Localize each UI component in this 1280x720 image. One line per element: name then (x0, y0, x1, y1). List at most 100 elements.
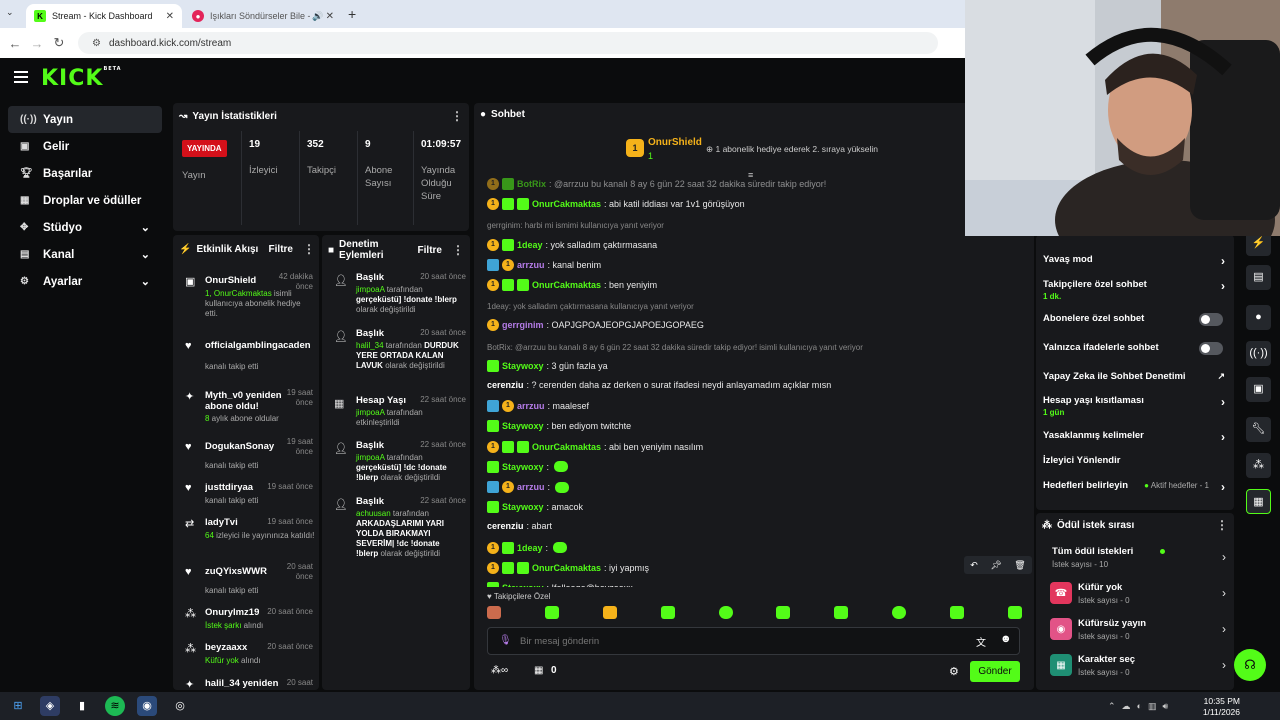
toggle-switch[interactable] (1199, 342, 1223, 355)
gift-icon[interactable]: ▦ (534, 665, 543, 676)
reward-item[interactable]: ▦ Karakter seç İstek sayısı - 0 › (1050, 654, 1230, 680)
more-options-icon[interactable]: ⋮ (451, 109, 463, 123)
sidebar-item-yayin[interactable]: ((·)) Yayın (8, 106, 162, 133)
tab-list-chevron-icon[interactable]: ⌄ (6, 7, 20, 21)
reply-icon[interactable]: ↶ (970, 560, 978, 571)
reload-icon[interactable]: ↻ (48, 35, 70, 51)
more-options-icon[interactable]: ⋮ (452, 243, 464, 257)
hamburger-menu-icon[interactable] (14, 71, 28, 86)
points-icon[interactable]: ⁂∞ (491, 665, 508, 676)
app-icon[interactable]: ▮ (72, 696, 92, 716)
rewards-widget-icon[interactable]: ⁂ (1246, 453, 1271, 478)
spotify-icon[interactable]: ≋ (105, 696, 125, 716)
translate-icon[interactable]: 文 (976, 634, 986, 649)
sidebar-item-gelir[interactable]: ▣ Gelir (8, 133, 162, 160)
chat-username[interactable]: OnurCakmaktas (532, 280, 601, 290)
delete-icon[interactable]: 🗑︎ (1014, 560, 1025, 571)
chat-username[interactable]: Staywoxy (502, 502, 544, 512)
chat-message[interactable]: 1 arrzuu: (487, 481, 569, 493)
emoji-icon[interactable]: ☻ (1000, 633, 1012, 645)
emote-icon[interactable] (487, 606, 501, 619)
chat-message[interactable]: 1 1deay: (487, 541, 567, 554)
kick-logo[interactable]: KICKBETA (41, 66, 122, 91)
chat-message[interactable]: 1 gerrginim: OAPJGPOAJEOPGJAPOEJGOPAEG (487, 319, 704, 332)
sidebar-item-ayarlar[interactable]: ⚙ Ayarlar ⌄ (8, 268, 162, 295)
chat-username[interactable]: cerenziu (487, 380, 524, 390)
chat-message[interactable]: Staywoxy: ben ediyom twitchte (487, 420, 631, 433)
chat-username[interactable]: gerrginim (502, 320, 544, 330)
chat-message[interactable]: 1 OnurCakmaktas: abi katil iddiası var 1v… (487, 198, 745, 211)
setting-row[interactable]: Yavaş mod › (1043, 254, 1229, 268)
emote-icon[interactable] (776, 606, 791, 619)
obs-icon[interactable]: ◎ (170, 696, 190, 716)
chat-message[interactable]: 1 OnurCakmaktas: ben yeniyim (487, 279, 657, 291)
more-options-icon[interactable]: ⋮ (303, 242, 315, 256)
new-tab-plus-icon[interactable]: + (348, 6, 356, 22)
chat-username[interactable]: arrzuu (517, 482, 545, 492)
setting-row[interactable]: Abonelere özel sohbet (1043, 313, 1229, 326)
chat-message[interactable]: Staywoxy: !folloage@beyzaaxx (487, 582, 633, 587)
chat-username[interactable]: Staywoxy (502, 583, 544, 587)
chat-widget-icon[interactable]: ● (1246, 305, 1271, 330)
chat-username[interactable]: OnurCakmaktas (532, 442, 601, 452)
reward-all-requests[interactable]: Tüm ödül istekleri İstek sayısı - 10 › (1050, 546, 1230, 572)
close-tab-icon[interactable]: ✕ (326, 11, 334, 22)
moderation-widget-icon[interactable]: ▣ (1246, 377, 1271, 402)
chat-message[interactable]: 1 arrzuu: maalesef (487, 400, 589, 413)
chat-message[interactable]: Staywoxy: amacok (487, 501, 583, 514)
setting-row[interactable]: Yalnızca ifadelerle sohbet (1043, 342, 1229, 355)
chat-username[interactable]: cerenziu (487, 521, 524, 531)
chat-input[interactable] (520, 633, 940, 649)
sidebar-item-studyo[interactable]: ✥ Stüdyo ⌄ (8, 214, 162, 241)
chat-username[interactable]: 1deay (517, 543, 543, 553)
chat-message[interactable]: 1 BotRix: @arrzuu bu kanalı 8 ay 6 gün 22… (487, 178, 826, 190)
more-options-icon[interactable]: ⋮ (1216, 518, 1228, 532)
chat-username[interactable]: BotRix (517, 179, 546, 189)
url-field[interactable]: ⚙ dashboard.kick.com/stream (78, 32, 938, 54)
system-tray-icons[interactable]: ⌃☁◐▥🔊︎ (1108, 701, 1174, 712)
setting-row[interactable]: Hesap yaşı kısıtlaması 1 gün › (1043, 395, 1229, 417)
sidebar-item-kanal[interactable]: ▤ Kanal ⌄ (8, 241, 162, 268)
wrench-widget-icon[interactable]: 🔧︎ (1246, 417, 1271, 442)
forward-arrow-icon[interactable]: → (26, 36, 48, 51)
app-icon[interactable]: ◈ (40, 696, 60, 716)
setting-row[interactable]: Yasaklanmış kelimeler › (1043, 430, 1229, 444)
chat-message[interactable]: 1 1deay: yok salladım çaktırmasana (487, 238, 657, 251)
chat-message[interactable]: 1 OnurCakmaktas: iyi yapmış (487, 561, 649, 574)
chat-message[interactable]: cerenziu: ? cerenden daha az derken o su… (487, 380, 831, 390)
chat-username[interactable]: Staywoxy (502, 462, 544, 472)
sidebar-item-droplar[interactable]: ▦ Droplar ve ödüller (8, 187, 162, 214)
emote-icon[interactable] (602, 606, 617, 619)
emote-icon[interactable] (892, 606, 907, 619)
pin-icon[interactable]: 📌︎ (990, 560, 1001, 571)
pinned-user[interactable]: OnurShield (648, 137, 702, 148)
chat-username[interactable]: Staywoxy (502, 361, 544, 371)
chat-username[interactable]: 1deay (517, 240, 543, 250)
toggle-switch[interactable] (1199, 313, 1223, 326)
emote-icon[interactable] (718, 606, 733, 619)
chat-message[interactable]: 1 arrzuu: kanal benim (487, 258, 601, 271)
chrome-icon[interactable]: ◉ (137, 696, 157, 716)
chat-message[interactable]: Staywoxy: (487, 460, 568, 473)
support-headset-icon[interactable]: ☊ (1234, 649, 1266, 681)
setting-row[interactable]: Yapay Zeka ile Sohbet Denetimi ↗ (1043, 371, 1229, 382)
filter-button[interactable]: Filtre (269, 244, 293, 255)
emote-icon[interactable] (660, 606, 675, 619)
setting-row[interactable]: Takipçilere özel sohbet 1 dk. › (1043, 279, 1229, 301)
chat-message[interactable]: 1 OnurCakmaktas: abi ben yeniyim nasılım (487, 440, 703, 453)
browser-tab-kick[interactable]: K Stream - Kick Dashboard ✕ (26, 4, 182, 28)
notes-widget-icon[interactable]: ▤ (1246, 265, 1271, 290)
send-button[interactable]: Gönder (970, 661, 1020, 682)
chat-message[interactable]: Staywoxy: 3 gün fazla ya (487, 359, 608, 372)
reward-item[interactable]: ◉ Küfürsüz yayın İstek sayısı - 0 › (1050, 618, 1230, 644)
clapper-widget-icon[interactable]: ▦ (1246, 489, 1271, 514)
broadcast-widget-icon[interactable]: ((·)) (1246, 341, 1271, 366)
chat-username[interactable]: Staywoxy (502, 421, 544, 431)
sidebar-item-basarilar[interactable]: 🏆︎ Başarılar (8, 160, 162, 187)
reward-item[interactable]: ☎ Küfür yok İstek sayısı - 0 › (1050, 582, 1230, 608)
chat-input-box[interactable]: 🎙︎ 文 ☻ (487, 627, 1020, 655)
setting-row[interactable]: İzleyici Yönlendir (1043, 455, 1229, 466)
emote-icon[interactable] (950, 606, 964, 619)
filter-button[interactable]: Filtre (418, 245, 442, 256)
site-info-icon[interactable]: ⚙ (92, 38, 101, 49)
